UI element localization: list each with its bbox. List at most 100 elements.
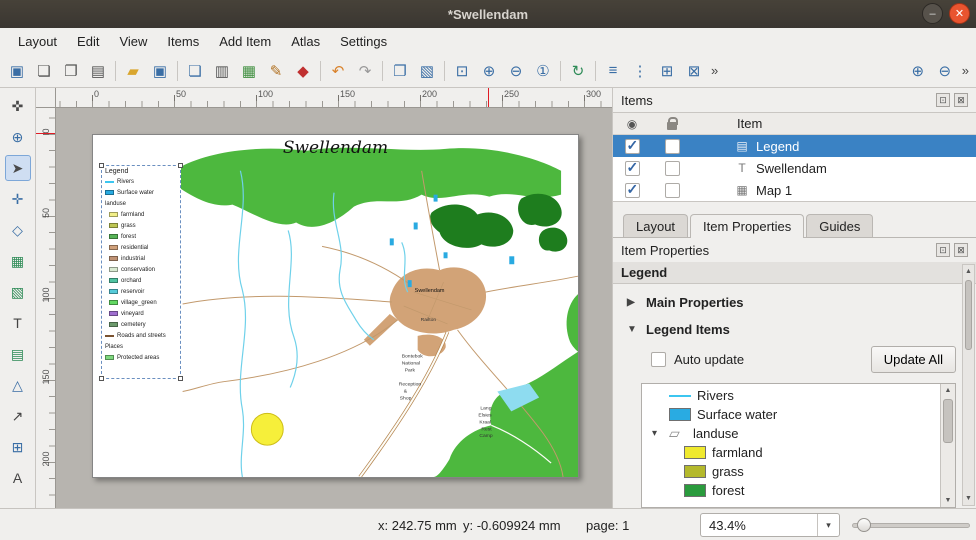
legend-item[interactable]: Legend Rivers Surface water [101,165,181,379]
section-main-properties[interactable]: ▶ Main Properties [623,288,956,315]
zoom-slider-handle[interactable] [857,518,871,532]
scroll-up-icon[interactable]: ▲ [963,265,974,278]
chevron-down-icon[interactable]: ▾ [817,514,839,536]
scrollbar-thumb[interactable] [965,280,972,350]
edit-nodes-tool-icon[interactable]: ◇ [5,217,31,243]
visibility-checkbox[interactable] [625,161,640,176]
tab-layout[interactable]: Layout [623,214,688,237]
scrollbar-thumb[interactable] [943,399,953,443]
menu-add-item[interactable]: Add Item [209,30,281,53]
zoom-combo[interactable]: 43.4% ▾ [700,513,840,537]
align-items-icon[interactable]: ≡ [600,58,626,84]
export-svg-icon[interactable]: ✎ [263,58,289,84]
scroll-down-icon[interactable]: ▼ [963,492,974,505]
menu-atlas[interactable]: Atlas [281,30,330,53]
new-layout-icon[interactable]: ❏ [31,58,57,84]
selection-handle[interactable] [99,163,104,168]
zoom-in-icon[interactable]: ⊕ [476,58,502,84]
item-row-map-1[interactable]: ▦ Map 1 [613,179,976,201]
add-page-icon[interactable]: ❏ [182,58,208,84]
layout-manager-icon[interactable]: ▤ [85,58,111,84]
save-icon[interactable]: ▣ [4,58,30,84]
legend-node-surface-water[interactable]: Surface water [642,405,940,424]
pan-tool-icon[interactable]: ✜ [5,93,31,119]
selection-handle[interactable] [178,376,183,381]
panel-close-icon[interactable]: ⊠ [954,243,968,257]
section-legend-items[interactable]: ▼ Legend Items [623,315,956,342]
item-row-legend[interactable]: ▤ Legend [613,135,976,157]
add-picture-icon[interactable]: ▧ [5,279,31,305]
close-button[interactable]: ✕ [949,3,970,24]
selection-handle[interactable] [178,163,183,168]
duplicate-layout-icon[interactable]: ❐ [58,58,84,84]
select-move-item-tool-icon[interactable]: ➤ [5,155,31,181]
item-row-swellendam[interactable]: T Swellendam [613,157,976,179]
auto-update-checkbox[interactable] [651,352,666,367]
menu-layout[interactable]: Layout [8,30,67,53]
open-icon[interactable]: ▰ [120,58,146,84]
redo-icon[interactable]: ↷ [352,58,378,84]
move-item-content-tool-icon[interactable]: ✛ [5,186,31,212]
undo-icon[interactable]: ↶ [325,58,351,84]
visibility-checkbox[interactable] [625,183,640,198]
group-items-icon[interactable]: ⊠ [681,58,707,84]
minimize-button[interactable]: – [922,3,943,24]
symbol-swatch [669,408,691,421]
zoom-tool-icon[interactable]: ⊕ [5,124,31,150]
legend-list-scrollbar[interactable]: ▲ ▼ [940,384,955,507]
menu-items[interactable]: Items [157,30,209,53]
panel-float-icon[interactable]: ⊡ [936,243,950,257]
toolbar-separator [444,61,445,81]
save-as-icon[interactable]: ▣ [147,58,173,84]
visibility-checkbox[interactable] [625,139,640,154]
menu-view[interactable]: View [109,30,157,53]
distribute-items-icon[interactable]: ⋮ [627,58,653,84]
add-attribute-table-icon[interactable]: ⊞ [5,434,31,460]
legend-node-farmland[interactable]: farmland [642,443,940,462]
update-all-button[interactable]: Update All [871,346,956,373]
selection-handle[interactable] [99,376,104,381]
panel-float-icon[interactable]: ⊡ [936,93,950,107]
lock-checkbox[interactable] [665,161,680,176]
add-shape-icon[interactable]: △ [5,372,31,398]
zoom-actual-icon[interactable]: ① [530,58,556,84]
panel-scrollbar[interactable]: ▲ ▼ [962,264,975,506]
scroll-down-icon[interactable]: ▼ [941,494,955,507]
menu-settings[interactable]: Settings [330,30,397,53]
zoom-slider[interactable] [852,509,970,540]
zoom-full-icon[interactable]: ⊡ [449,58,475,84]
add-arrow-icon[interactable]: ↗ [5,403,31,429]
menu-edit[interactable]: Edit [67,30,109,53]
copy-icon[interactable]: ❐ [387,58,413,84]
print-icon[interactable]: ▥ [209,58,235,84]
lock-checkbox[interactable] [665,183,680,198]
layout-canvas[interactable]: Swellendam Railton Bontebok National Par… [56,108,612,508]
zoom-out-icon[interactable]: ⊖ [932,58,958,84]
layout-page[interactable]: Swellendam Railton Bontebok National Par… [92,134,579,478]
legend-node-grass[interactable]: grass [642,462,940,481]
add-legend-icon[interactable]: ▤ [5,341,31,367]
add-label-icon[interactable]: T [5,310,31,336]
lock-checkbox[interactable] [665,139,680,154]
zoom-in-icon[interactable]: ⊕ [905,58,931,84]
add-north-arrow-icon[interactable]: A [5,465,31,491]
paste-icon[interactable]: ▧ [414,58,440,84]
toolbar-separator [595,61,596,81]
tab-item-properties[interactable]: Item Properties [690,214,804,238]
resize-items-icon[interactable]: ⊞ [654,58,680,84]
scroll-up-icon[interactable]: ▲ [941,384,955,397]
title-label-item[interactable]: Swellendam [93,138,578,158]
panel-close-icon[interactable]: ⊠ [954,93,968,107]
refresh-view-icon[interactable]: ↻ [565,58,591,84]
export-image-icon[interactable]: ▦ [236,58,262,84]
toolbar-overflow-icon[interactable]: » [959,63,972,78]
expander-icon[interactable]: ▾ [652,428,663,439]
tab-guides[interactable]: Guides [806,214,873,237]
add-map-icon[interactable]: ▦ [5,248,31,274]
zoom-out-icon[interactable]: ⊖ [503,58,529,84]
legend-node-rivers[interactable]: Rivers [642,386,940,405]
toolbar-overflow-icon[interactable]: » [708,63,721,78]
legend-node-forest[interactable]: forest [642,481,940,500]
legend-node-landuse[interactable]: ▾ ▱ landuse [642,424,940,443]
export-pdf-icon[interactable]: ◆ [290,58,316,84]
